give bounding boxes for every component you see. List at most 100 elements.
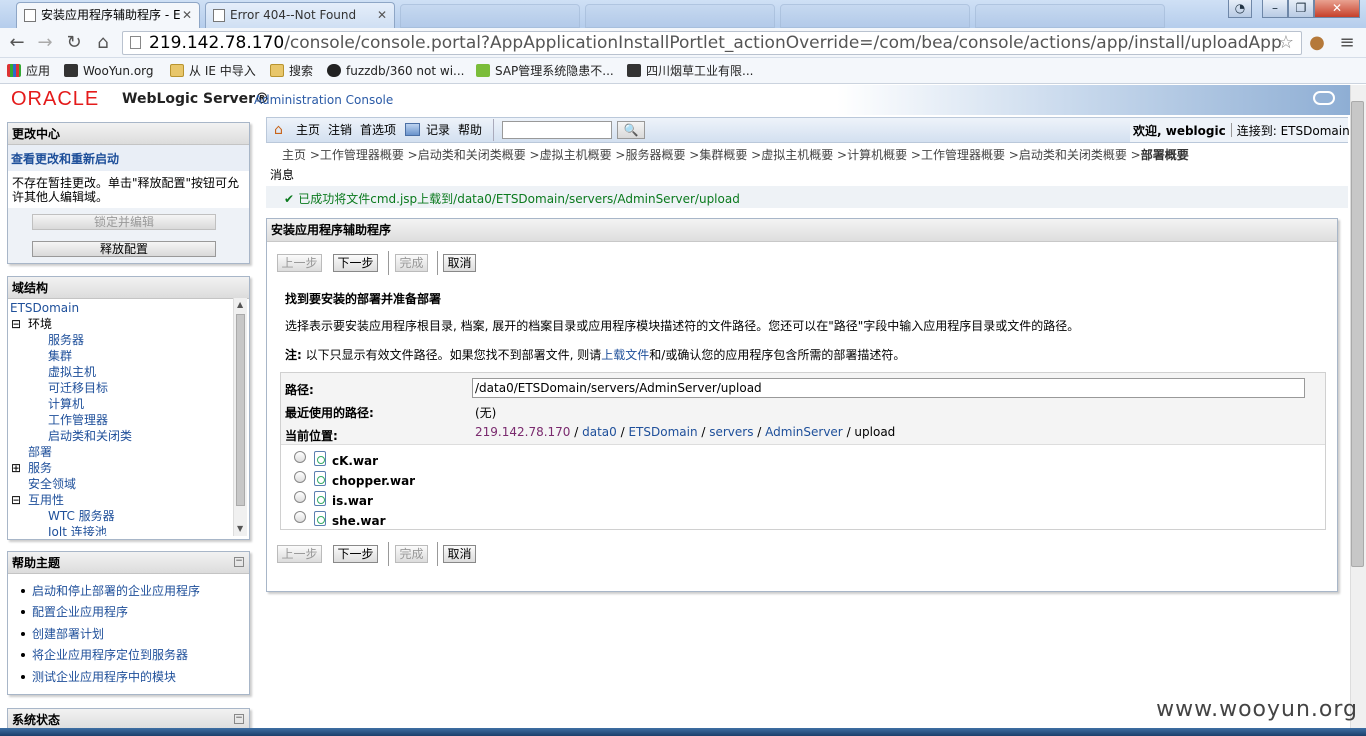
record-link[interactable]: 记录 — [426, 122, 450, 138]
bookmark-folder-ie[interactable]: 从 IE 中导入 — [170, 62, 256, 80]
back-button[interactable]: 上一步 — [277, 545, 322, 563]
help-link[interactable]: 创建部署计划 — [21, 626, 104, 642]
file-radio[interactable] — [294, 471, 306, 483]
change-center-text: 不存在暂挂更改。单击"释放配置"按钮可允许其他人编辑域。 — [12, 176, 240, 204]
close-icon[interactable]: ✕ — [182, 3, 192, 27]
maximize-button[interactable]: ❐ — [1288, 0, 1314, 18]
next-button[interactable]: 下一步 — [333, 545, 378, 563]
next-button[interactable]: 下一步 — [333, 254, 378, 272]
user-icon[interactable]: ◔ — [1228, 0, 1252, 18]
bookmark-wooyun[interactable]: WooYun.org — [64, 62, 154, 80]
minimize-button[interactable]: – — [1262, 0, 1288, 18]
file-radio[interactable] — [294, 451, 306, 463]
browser-tab[interactable]: Error 404--Not Found ✕ — [205, 2, 395, 28]
wizard-title: 安装应用程序辅助程序 — [267, 219, 1337, 242]
help-link[interactable]: 启动和停止部署的企业应用程序 — [21, 583, 200, 599]
upload-file-link[interactable]: 上载文件 — [601, 348, 649, 362]
tree-toggle-minus-icon[interactable]: ⊟ — [11, 492, 21, 508]
menu-icon[interactable]: ≡ — [1336, 32, 1358, 54]
collapse-icon[interactable]: − — [234, 557, 244, 567]
bookmark-folder-search[interactable]: 搜索 — [270, 62, 313, 80]
window-close-button[interactable]: ✕ — [1314, 0, 1360, 18]
bookmark-fuzzdb[interactable]: fuzzdb/360 not wi... — [327, 62, 464, 80]
location-link[interactable]: data0 — [582, 425, 617, 439]
scroll-down-icon[interactable]: ▼ — [237, 524, 243, 533]
recent-path-value: (无) — [475, 406, 497, 420]
tree-toggle-plus-icon[interactable]: ⊞ — [11, 460, 21, 476]
help-link[interactable]: 帮助 — [458, 122, 482, 138]
home-icon[interactable]: ⌂ — [92, 32, 114, 54]
browser-tab-blurred[interactable] — [585, 4, 775, 28]
star-icon[interactable]: ☆ — [1275, 32, 1297, 54]
file-radio[interactable] — [294, 491, 306, 503]
tree-item-services[interactable]: 服务 — [28, 460, 52, 476]
help-link[interactable]: 配置企业应用程序 — [21, 604, 128, 620]
apps-icon — [7, 64, 21, 77]
reload-icon[interactable]: ↻ — [63, 32, 85, 54]
tree-item-deployments[interactable]: 部署 — [28, 444, 52, 460]
bookmark-apps[interactable]: 应用 — [7, 62, 50, 80]
tree-item-servers[interactable]: 服务器 — [48, 332, 84, 348]
file-radio[interactable] — [294, 511, 306, 523]
close-icon[interactable]: ✕ — [377, 3, 387, 27]
home-link[interactable]: 主页 — [296, 122, 320, 138]
tree-item-wtc-servers[interactable]: WTC 服务器 — [48, 508, 115, 524]
tree-item-virtual-hosts[interactable]: 虚拟主机 — [48, 364, 96, 380]
browser-tab-active[interactable]: 安装应用程序辅助程序 - E ✕ — [16, 2, 200, 28]
tree-scrollbar-thumb[interactable] — [236, 314, 245, 506]
forward-icon[interactable]: → — [34, 32, 56, 54]
finish-button[interactable]: 完成 — [395, 545, 428, 563]
tree-item-migratable-targets[interactable]: 可迁移目标 — [48, 380, 108, 396]
record-icon[interactable] — [405, 123, 420, 136]
back-button[interactable]: 上一步 — [277, 254, 322, 272]
bookmark-sichuan[interactable]: 四川烟草工业有限... — [627, 62, 753, 80]
tab-title: 安装应用程序辅助程序 - E — [41, 8, 181, 22]
toolbar-divider — [493, 119, 494, 141]
logout-link[interactable]: 注销 — [328, 122, 352, 138]
lock-edit-button[interactable]: 锁定并编辑 — [32, 214, 216, 230]
release-config-button[interactable]: 释放配置 — [32, 241, 216, 257]
url-path: /console/console.portal?AppApplicationIn… — [284, 33, 1282, 53]
tree-item-startup-classes[interactable]: 启动类和关闭类 — [48, 428, 132, 444]
help-link[interactable]: 测试企业应用程序中的模块 — [21, 669, 176, 685]
page-scrollbar-thumb[interactable] — [1351, 101, 1364, 567]
file-name: is.war — [332, 494, 373, 508]
watermark: www.wooyun.org — [1156, 697, 1358, 722]
browser-tab-blurred[interactable] — [975, 4, 1165, 28]
cancel-button[interactable]: 取消 — [443, 254, 476, 272]
welcome-text: 欢迎, weblogic 连接到: ETSDomain — [1133, 123, 1350, 138]
tree-item-machines[interactable]: 计算机 — [48, 396, 84, 412]
help-link[interactable]: 将企业应用程序定位到服务器 — [21, 647, 188, 663]
home-icon[interactable]: ⌂ — [274, 122, 283, 138]
location-host-link[interactable]: 219.142.78.170 — [475, 425, 570, 439]
browser-tab-blurred[interactable] — [780, 4, 970, 28]
tree-item-work-managers[interactable]: 工作管理器 — [48, 412, 108, 428]
search-input[interactable] — [502, 121, 612, 139]
url-input[interactable]: 219.142.78.170/console/console.portal?Ap… — [122, 31, 1302, 55]
search-icon[interactable]: 🔍 — [617, 121, 645, 139]
url-host: 219.142.78.170 — [149, 33, 285, 53]
collapse-icon[interactable]: − — [234, 714, 244, 724]
cookie-icon[interactable]: ● — [1306, 32, 1328, 54]
tree-item-security-realms[interactable]: 安全领域 — [28, 476, 76, 492]
browser-tab-blurred[interactable] — [400, 4, 580, 28]
recent-path-label: 最近使用的路径: — [285, 406, 374, 420]
cancel-button[interactable]: 取消 — [443, 545, 476, 563]
path-input[interactable]: /data0/ETSDomain/servers/AdminServer/upl… — [472, 378, 1305, 398]
scroll-up-icon[interactable]: ▲ — [237, 300, 243, 309]
bookmark-sap[interactable]: SAP管理系统隐患不... — [476, 62, 614, 80]
tree-item-environment[interactable]: 环境 — [28, 316, 52, 332]
tree-root[interactable]: ETSDomain — [10, 300, 79, 316]
tree-item-clusters[interactable]: 集群 — [48, 348, 72, 364]
back-icon[interactable]: ← — [6, 32, 28, 54]
view-changes-link[interactable]: 查看更改和重新启动 — [11, 150, 119, 167]
tree-item-interoperability[interactable]: 互用性 — [28, 492, 64, 508]
preferences-link[interactable]: 首选项 — [360, 122, 396, 138]
tree-toggle-minus-icon[interactable]: ⊟ — [11, 316, 21, 332]
location-link[interactable]: servers — [709, 425, 753, 439]
location-link[interactable]: ETSDomain — [628, 425, 697, 439]
tree-item-jolt-pools[interactable]: Jolt 连接池 — [48, 524, 107, 536]
location-link[interactable]: AdminServer — [765, 425, 843, 439]
breadcrumb[interactable]: 主页 >工作管理器概要 >启动类和关闭类概要 >虚拟主机概要 >服务器概要 >集… — [282, 146, 1189, 163]
finish-button[interactable]: 完成 — [395, 254, 428, 272]
